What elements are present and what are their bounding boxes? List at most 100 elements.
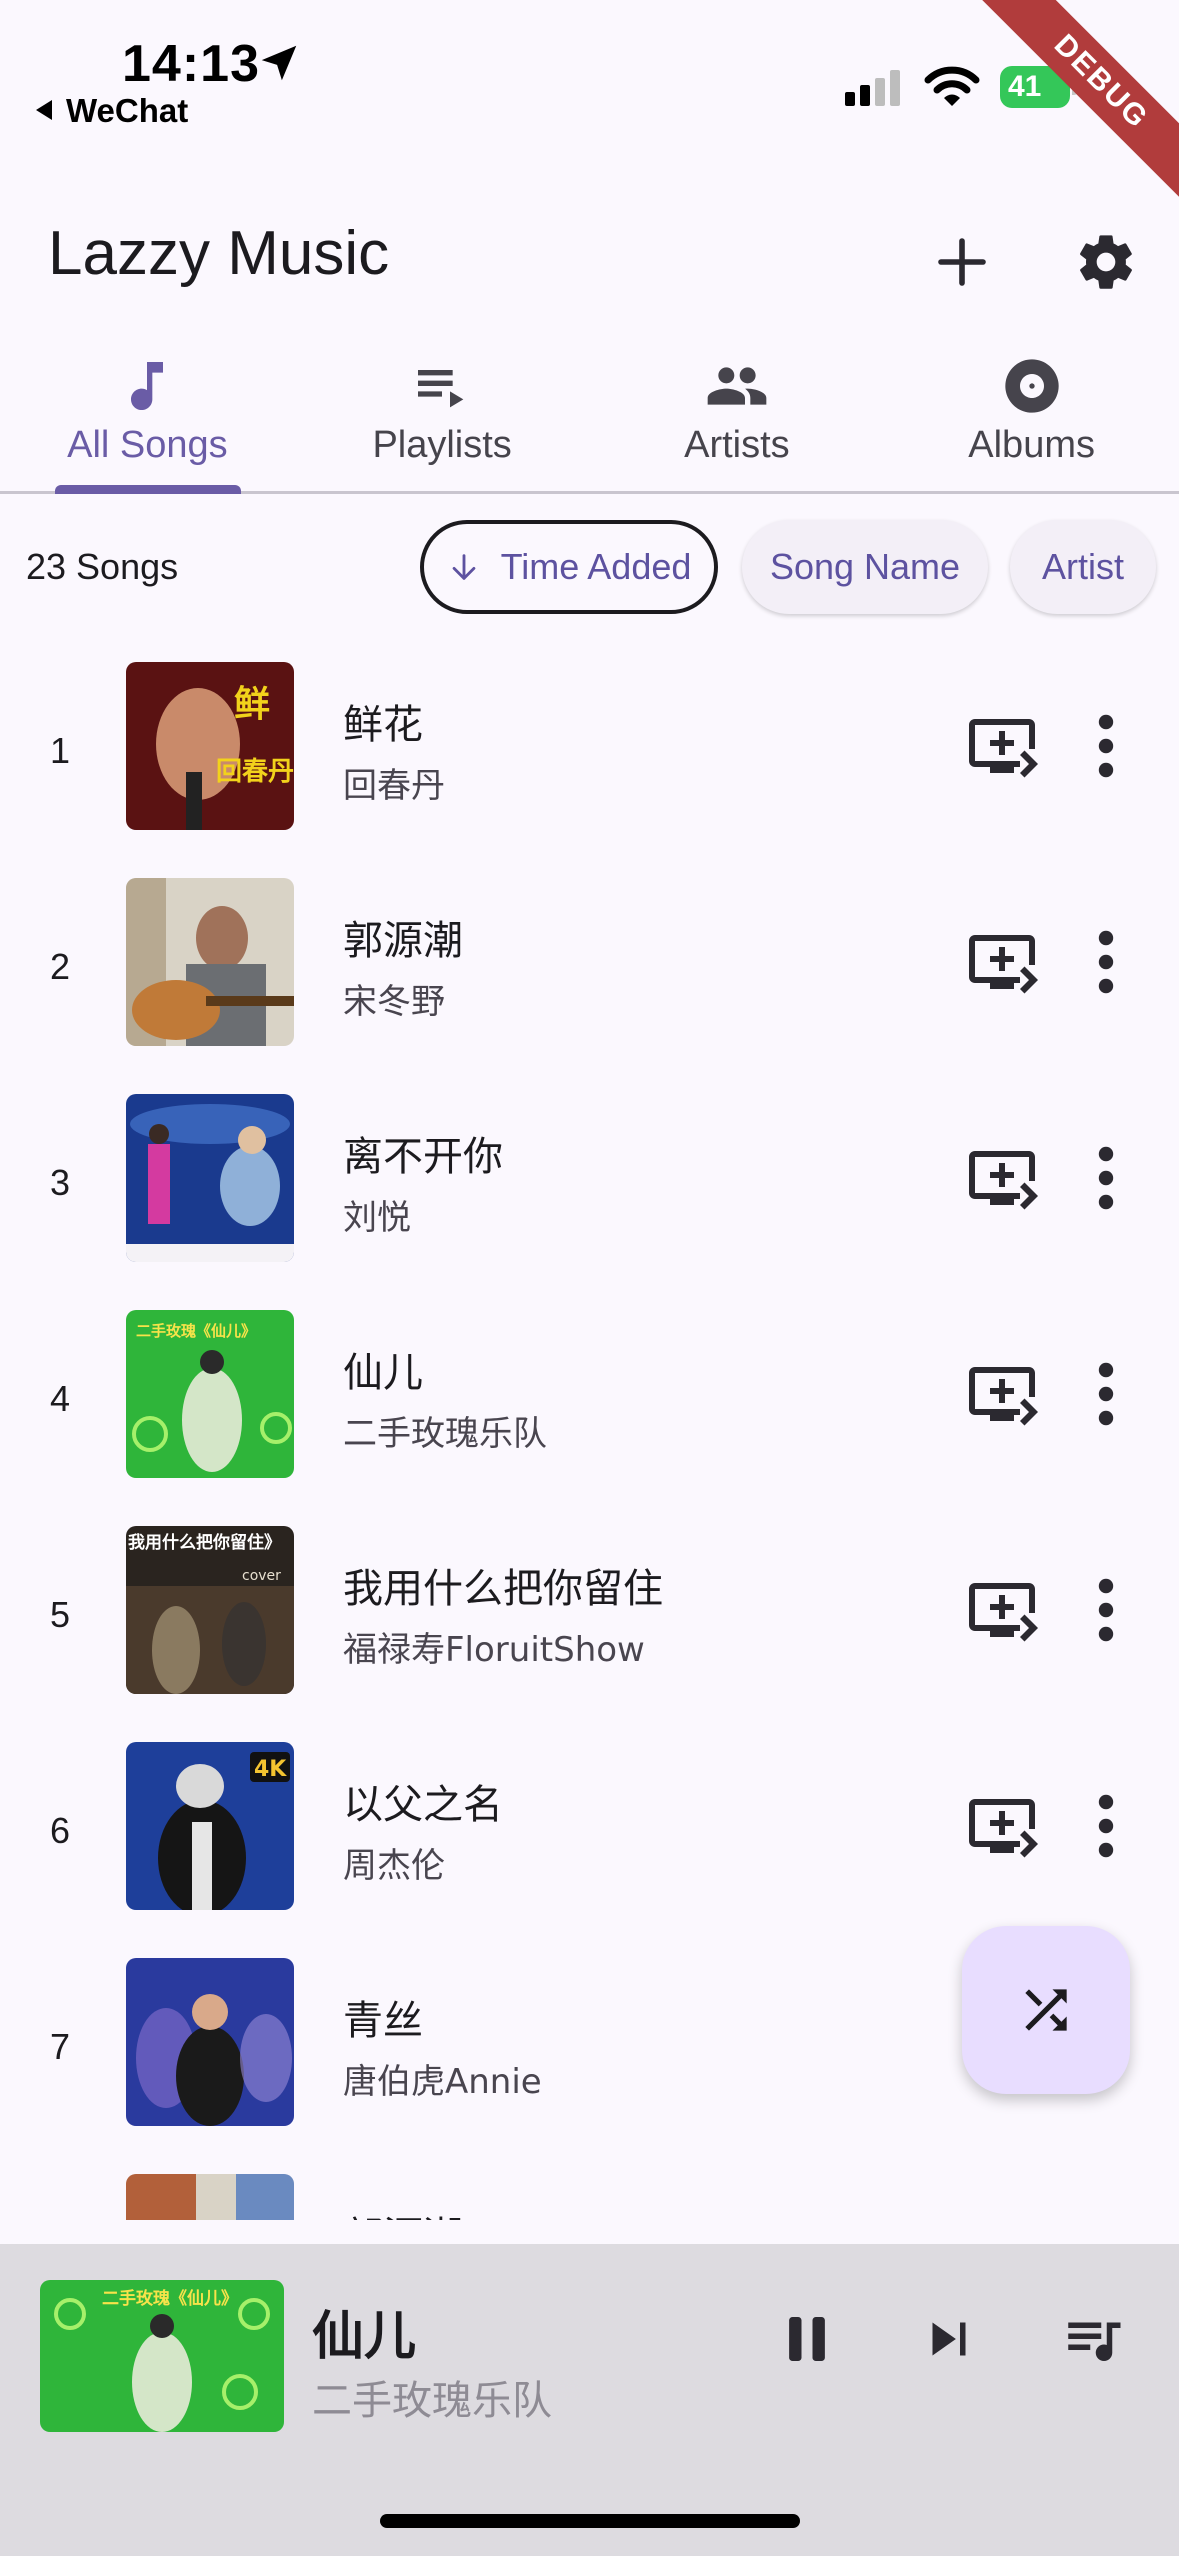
disc-icon <box>1004 359 1059 413</box>
back-triangle-icon <box>36 100 52 120</box>
cover-text: 鲜 <box>234 684 270 725</box>
status-time: 14:13 <box>122 35 260 93</box>
tab-artists[interactable]: Artists <box>590 340 885 491</box>
tab-all-songs[interactable]: All Songs <box>0 340 295 494</box>
song-artist: 二手玫瑰乐队 <box>343 1414 547 1454</box>
cover-text: 二手玫瑰《仙儿》 <box>102 2288 238 2309</box>
song-artist: 福禄寿FloruitShow <box>343 1630 645 1670</box>
tab-label: Albums <box>968 424 1095 466</box>
plus-icon <box>938 238 986 286</box>
add-to-queue-icon[interactable] <box>966 1142 1038 1214</box>
chip-label: Artist <box>1041 546 1124 587</box>
tab-label: All Songs <box>67 424 228 466</box>
playlist-play-icon <box>418 370 464 408</box>
more-vert-icon[interactable] <box>1086 1358 1126 1430</box>
queue-music-icon[interactable] <box>1058 2306 1128 2372</box>
sort-chip-time-added[interactable]: Time Added <box>420 520 718 614</box>
song-title: 青丝 <box>343 1998 423 2044</box>
song-title: 离不开你 <box>343 1134 503 1180</box>
now-playing-title: 仙儿 <box>312 2307 417 2367</box>
song-index: 4 <box>50 1378 71 1419</box>
song-row[interactable]: 3 离不开你 刘悦 <box>0 1072 1179 1288</box>
chip-label: Time Added <box>500 546 692 587</box>
add-to-queue-icon[interactable] <box>966 926 1038 998</box>
cover-text: 4K <box>254 1757 287 1782</box>
song-title: 我用什么把你留住 <box>343 1566 663 1612</box>
song-title: 鲜花 <box>343 702 423 748</box>
tab-label: Playlists <box>372 424 512 466</box>
song-cover <box>126 1958 294 2126</box>
tab-label: Artists <box>684 424 790 466</box>
more-vert-icon[interactable] <box>1086 926 1126 998</box>
location-arrow-icon <box>261 45 297 81</box>
song-row[interactable]: 4 二手玫瑰《仙儿》 仙儿 二手玫瑰乐队 <box>0 1288 1179 1504</box>
chip-label: Song Name <box>769 546 961 587</box>
song-cover <box>126 878 294 1046</box>
add-to-queue-icon[interactable] <box>966 710 1038 782</box>
cover-text: 我用什么把你留住》 <box>128 1532 281 1553</box>
song-row[interactable]: 6 4K 以父之名 周杰伦 <box>0 1720 1179 1936</box>
now-playing-artist: 二手玫瑰乐队 <box>312 2378 552 2424</box>
song-artist: 宋冬野 <box>343 982 445 1022</box>
song-cover <box>126 1094 294 1262</box>
song-artist: 唐伯虎Annie <box>343 2062 542 2102</box>
song-index: 3 <box>50 1162 71 1203</box>
add-to-queue-icon[interactable] <box>966 1790 1038 1862</box>
song-row[interactable]: 8 郭源潮 <box>0 2152 1179 2220</box>
more-vert-icon[interactable] <box>1086 1790 1126 1862</box>
add-to-queue-icon[interactable] <box>966 1358 1038 1430</box>
song-cover: 二手玫瑰《仙儿》 <box>126 1310 294 1478</box>
song-index: 2 <box>50 946 71 987</box>
shuffle-button[interactable] <box>962 1926 1130 2094</box>
song-artist: 刘悦 <box>343 1198 411 1238</box>
tab-playlists[interactable]: Playlists <box>295 340 590 491</box>
song-index: 6 <box>50 1810 71 1851</box>
people-icon <box>707 367 767 405</box>
wifi-icon <box>924 66 980 106</box>
now-playing-bar[interactable]: 二手玫瑰《仙儿》 仙儿 二手玫瑰乐队 <box>0 2244 1179 2556</box>
gear-icon <box>1080 235 1132 289</box>
sort-chip-artist[interactable]: Artist <box>1010 520 1156 614</box>
battery-level: 41 <box>1008 70 1042 103</box>
song-title: 郭源潮 <box>343 2204 463 2220</box>
song-index: 1 <box>50 730 71 771</box>
page-title: Lazzy Music <box>48 219 390 288</box>
more-vert-icon[interactable] <box>1086 1574 1126 1646</box>
song-title: 以父之名 <box>343 1782 503 1828</box>
more-vert-icon[interactable] <box>1086 1142 1126 1214</box>
cover-text: 二手玫瑰《仙儿》 <box>136 1322 256 1340</box>
song-cover: 4K <box>126 1742 294 1910</box>
now-playing-cover: 二手玫瑰《仙儿》 <box>40 2280 284 2432</box>
song-index: 7 <box>50 2026 71 2067</box>
sort-chip-song-name[interactable]: Song Name <box>742 520 988 614</box>
song-cover <box>126 2174 294 2220</box>
add-to-queue-icon[interactable] <box>966 1574 1038 1646</box>
song-cover: 鲜 回春丹 <box>126 662 294 830</box>
song-count: 23 Songs <box>26 546 179 587</box>
music-note-icon <box>131 362 164 410</box>
song-row[interactable]: 1 鲜 回春丹 鲜花 回春丹 <box>0 640 1179 856</box>
pause-icon[interactable] <box>774 2306 840 2372</box>
tab-bar: All Songs Playlists Artists Albums <box>0 340 1179 494</box>
song-index: 5 <box>50 1594 71 1635</box>
back-to-app-link[interactable]: WeChat <box>36 92 188 130</box>
song-row[interactable]: 2 郭源潮 宋冬野 <box>0 856 1179 1072</box>
song-row[interactable]: 5 我用什么把你留住》 cover 我用什么把你留住 福禄寿FloruitSho… <box>0 1504 1179 1720</box>
active-tab-indicator <box>55 485 241 494</box>
home-indicator <box>380 2514 800 2528</box>
cellular-signal-icon <box>845 70 900 106</box>
cover-sub-text: cover <box>242 1568 281 1584</box>
arrow-down-icon <box>452 554 475 580</box>
song-cover: 我用什么把你留住》 cover <box>126 1526 294 1694</box>
add-button[interactable] <box>922 222 1002 302</box>
song-title: 仙儿 <box>343 1350 423 1396</box>
skip-next-icon[interactable] <box>916 2306 982 2372</box>
song-artist: 回春丹 <box>343 766 445 806</box>
song-artist: 周杰伦 <box>343 1846 445 1886</box>
settings-button[interactable] <box>1066 222 1146 302</box>
tab-albums[interactable]: Albums <box>884 340 1179 491</box>
more-vert-icon[interactable] <box>1086 710 1126 782</box>
song-title: 郭源潮 <box>343 918 463 964</box>
cover-sub-text: 回春丹 <box>216 757 294 787</box>
shuffle-icon <box>1025 1989 1067 2031</box>
